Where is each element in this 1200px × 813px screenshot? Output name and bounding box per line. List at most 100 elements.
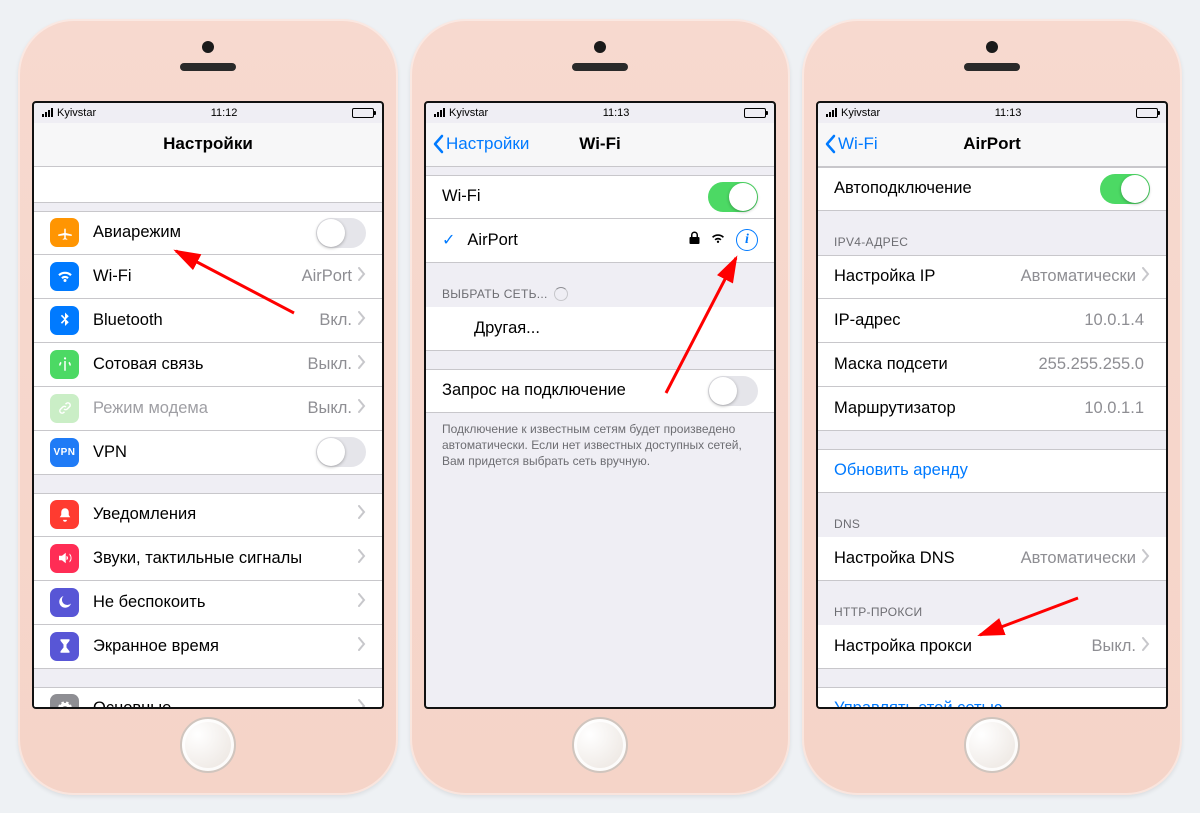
page-title: Wi-Fi: [579, 134, 620, 154]
settings-row-vpn[interactable]: VPNVPN: [34, 431, 382, 475]
chevron-right-icon: [358, 637, 366, 656]
vpn-toggle[interactable]: [316, 437, 366, 467]
cellular-icon: [50, 350, 79, 379]
battery-icon: [352, 108, 374, 118]
wifi-content[interactable]: Wi-Fi ✓ AirPort i ВЫБРАТЬ СЕТ: [426, 167, 774, 707]
ip-address-row: IP-адрес10.0.1.4: [818, 299, 1166, 343]
choose-network-header: ВЫБРАТЬ СЕТЬ...: [426, 281, 774, 307]
signal-icon: [42, 108, 53, 117]
subnet-row: Маска подсети255.255.255.0: [818, 343, 1166, 387]
status-bar: Kyivstar 11:12: [34, 103, 382, 123]
home-area: [32, 709, 384, 781]
dns-header: DNS: [818, 511, 1166, 537]
ask-footer: Подключение к известным сетям будет прои…: [426, 413, 774, 478]
front-camera: [986, 41, 998, 53]
row-value: Выкл.: [308, 355, 352, 374]
settings-list[interactable]: АвиарежимWi-FiAirPortBluetoothВкл.Сотова…: [34, 167, 382, 707]
status-bar: Kyivstar 11:13: [426, 103, 774, 123]
other-network-row[interactable]: Другая...: [426, 307, 774, 351]
back-button[interactable]: Wi-Fi: [824, 134, 878, 154]
wifi-icon: [50, 262, 79, 291]
wifi-label: Wi-Fi: [442, 187, 708, 206]
chevron-right-icon: [358, 505, 366, 524]
earpiece-speaker: [180, 63, 236, 71]
wifi-icon: [710, 231, 726, 249]
screen-network-details: Kyivstar 11:13 Wi-Fi AirPort Автоподключ…: [816, 101, 1168, 709]
row-label: Сотовая связь: [93, 355, 308, 374]
spinner-icon: [554, 287, 568, 301]
home-button[interactable]: [964, 717, 1020, 773]
nav-header: Настройки Wi-Fi: [426, 123, 774, 167]
row-value: AirPort: [302, 267, 352, 286]
chevron-right-icon: [358, 311, 366, 330]
settings-row-screentime[interactable]: Экранное время: [34, 625, 382, 669]
other-label: Другая...: [474, 319, 758, 338]
settings-row-airplane[interactable]: Авиарежим: [34, 211, 382, 255]
earpiece-speaker: [964, 63, 1020, 71]
row-label: Экранное время: [93, 637, 358, 656]
airplane-icon: [50, 218, 79, 247]
chevron-right-icon: [358, 549, 366, 568]
settings-row-general[interactable]: Основные: [34, 687, 382, 707]
row-label: Не беспокоить: [93, 593, 358, 612]
autojoin-row[interactable]: Автоподключение: [818, 167, 1166, 211]
battery-icon: [1136, 108, 1158, 118]
carrier-label: Kyivstar: [449, 107, 488, 119]
airplane-toggle[interactable]: [316, 218, 366, 248]
wifi-toggle-row[interactable]: Wi-Fi: [426, 175, 774, 219]
search-area[interactable]: [34, 167, 382, 203]
row-value: 10.0.1.1: [1084, 399, 1144, 418]
dns-label: Настройка DNS: [834, 549, 1021, 568]
ask-toggle[interactable]: [708, 376, 758, 406]
back-button[interactable]: Настройки: [432, 134, 529, 154]
settings-row-cellular[interactable]: Сотовая связьВыкл.: [34, 343, 382, 387]
chevron-right-icon: [358, 267, 366, 286]
router-row: Маршрутизатор10.0.1.1: [818, 387, 1166, 431]
screen-settings: Kyivstar 11:12 Настройки Авиарежим Wi-FiA…: [32, 101, 384, 709]
nav-header: Настройки: [34, 123, 382, 167]
renew-lease-row[interactable]: Обновить аренду: [818, 449, 1166, 493]
row-label: IP-адрес: [834, 311, 1084, 330]
settings-row-hotspot[interactable]: Режим модемаВыкл.: [34, 387, 382, 431]
status-time: 11:13: [995, 107, 1022, 119]
settings-row-notifications[interactable]: Уведомления: [34, 493, 382, 537]
ipv4-header: IPV4-АДРЕС: [818, 229, 1166, 255]
manage-network-row[interactable]: Управлять этой сетью: [818, 687, 1166, 707]
proxy-header: HTTP-ПРОКСИ: [818, 599, 1166, 625]
home-area: [424, 709, 776, 781]
back-label: Настройки: [446, 134, 529, 154]
settings-row-wifi[interactable]: Wi-FiAirPort: [34, 255, 382, 299]
carrier-label: Kyivstar: [841, 107, 880, 119]
row-value: Выкл.: [308, 399, 352, 418]
settings-row-sounds[interactable]: Звуки, тактильные сигналы: [34, 537, 382, 581]
front-camera: [594, 41, 606, 53]
ask-to-join-row[interactable]: Запрос на подключение: [426, 369, 774, 413]
bezel-top: [424, 33, 776, 101]
chevron-right-icon: [1142, 267, 1150, 286]
configure-proxy-row[interactable]: Настройка прокси Выкл.: [818, 625, 1166, 669]
home-button[interactable]: [180, 717, 236, 773]
row-label: Авиарежим: [93, 223, 316, 242]
home-area: [816, 709, 1168, 781]
configure-ip-row[interactable]: Настройка IPАвтоматически: [818, 255, 1166, 299]
general-icon: [50, 694, 79, 707]
configure-dns-row[interactable]: Настройка DNS Автоматически: [818, 537, 1166, 581]
earpiece-speaker: [572, 63, 628, 71]
autojoin-toggle[interactable]: [1100, 174, 1150, 204]
settings-row-bluetooth[interactable]: BluetoothВкл.: [34, 299, 382, 343]
details-content[interactable]: Автоподключение IPV4-АДРЕС Настройка IPА…: [818, 167, 1166, 707]
row-label: Основные: [93, 699, 358, 707]
connected-network-row[interactable]: ✓ AirPort i: [426, 219, 774, 263]
row-label: Режим модема: [93, 399, 308, 418]
settings-row-dnd[interactable]: Не беспокоить: [34, 581, 382, 625]
row-label: Wi-Fi: [93, 267, 302, 286]
bluetooth-icon: [50, 306, 79, 335]
wifi-toggle[interactable]: [708, 182, 758, 212]
signal-icon: [826, 108, 837, 117]
chevron-right-icon: [1142, 637, 1150, 656]
notifications-icon: [50, 500, 79, 529]
info-button[interactable]: i: [736, 229, 758, 251]
home-button[interactable]: [572, 717, 628, 773]
phone-wifi: Kyivstar 11:13 Настройки Wi-Fi Wi-Fi ✓ A…: [410, 19, 790, 795]
screen-wifi: Kyivstar 11:13 Настройки Wi-Fi Wi-Fi ✓ A…: [424, 101, 776, 709]
